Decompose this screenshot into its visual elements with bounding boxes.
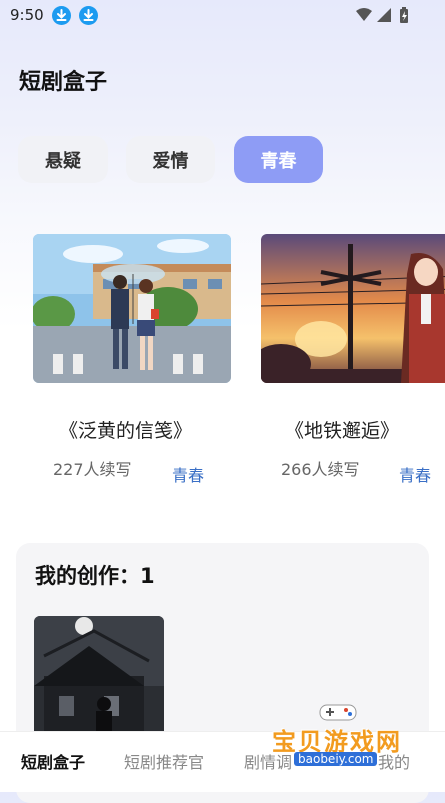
tab-suspense[interactable]: 悬疑 [18,136,108,183]
status-time: 9:50 [10,6,44,24]
story-title: 《地铁邂逅》 [285,420,400,442]
gamepad-icon [319,704,357,721]
status-bar: 9:50 [0,0,445,32]
watermark-url: baobeiy.com [294,752,378,766]
story-tag: 青春 [399,466,432,485]
nav-item-recommender[interactable]: 短剧推荐官 [124,749,204,773]
story-title: 《泛黄的信笺》 [59,420,193,442]
system-icons [355,6,415,30]
download-icon [52,6,71,25]
story-cover-image[interactable] [33,234,231,383]
story-rewrite-count: 266人续写 [281,460,360,479]
tab-romance[interactable]: 爱情 [126,136,215,183]
wifi-icon [356,8,372,21]
download-icon [79,6,98,25]
watermark: 宝贝游戏网 baobeiy.com [268,700,418,780]
story-cover-image[interactable] [261,234,445,383]
tab-youth[interactable]: 青春 [234,136,323,183]
story-tag: 青春 [172,466,205,485]
story-rewrite-count: 227人续写 [53,460,132,479]
my-creation-title: 我的创作：1 [35,564,155,588]
page-title: 短剧盒子 [19,70,108,95]
battery-icon [400,7,408,23]
signal-icon [377,8,391,22]
nav-item-drama-box[interactable]: 短剧盒子 [21,749,85,773]
